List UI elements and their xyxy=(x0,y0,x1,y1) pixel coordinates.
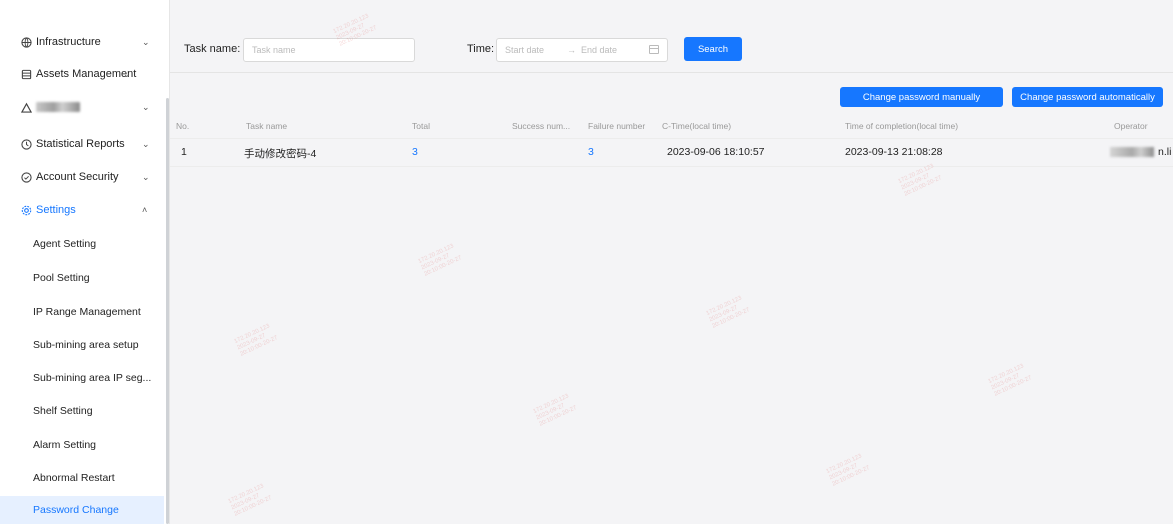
chevron-down-icon: ⌄ xyxy=(142,171,150,182)
end-date-input[interactable]: End date xyxy=(581,45,617,55)
watermark: 172.20.20.123 2023-09-27 20:10:00-20-27 xyxy=(987,363,1033,398)
watermark: 172.20.20.123 2023-09-27 20:10:00-20-27 xyxy=(705,295,751,330)
filter-divider xyxy=(170,72,1173,73)
nav-label: Statistical Reports xyxy=(36,138,125,150)
col-total: Total xyxy=(412,121,430,131)
operator-redacted xyxy=(1110,147,1154,157)
settings-item-sub-mining-setup[interactable]: Sub-mining area setup xyxy=(0,328,164,362)
chart-icon xyxy=(20,101,32,113)
cell-task-name: 手动修改密码-4 xyxy=(244,148,317,160)
watermark: 172.20.20.123 2023-09-27 20:10:00-20-27 xyxy=(417,243,463,278)
date-range-picker[interactable]: Start date → End date xyxy=(496,38,668,62)
search-button[interactable]: Search xyxy=(684,37,742,61)
chevron-down-icon: ⌄ xyxy=(123,68,131,79)
nav-statistical-reports[interactable]: Statistical Reports ⌄ xyxy=(0,136,166,152)
nav-infrastructure[interactable]: Infrastructure ⌄ xyxy=(0,34,166,50)
watermark: 172.20.20.123 2023-09-27 20:10:00-20-27 xyxy=(897,163,943,198)
watermark: 172.20.20.123 2023-09-27 20:10:00-20-27 xyxy=(227,483,273,518)
col-operator: Operator xyxy=(1114,121,1148,131)
database-icon xyxy=(20,68,32,80)
chevron-down-icon: ⌄ xyxy=(142,138,150,149)
change-password-manually-button[interactable]: Change password manually xyxy=(840,87,1003,107)
redacted-label xyxy=(36,102,80,112)
nav-account-security[interactable]: Account Security ⌄ xyxy=(0,169,166,185)
change-password-automatically-button[interactable]: Change password automatically xyxy=(1012,87,1163,107)
cell-completion: 2023-09-13 21:08:28 xyxy=(845,146,943,158)
sidebar: Infrastructure ⌄ Assets Management ⌄ ⌄ S… xyxy=(0,0,170,524)
cell-failure[interactable]: 3 xyxy=(588,146,594,158)
task-name-label: Task name: xyxy=(184,43,241,55)
cell-total[interactable]: 3 xyxy=(412,146,418,158)
settings-item-alarm[interactable]: Alarm Setting xyxy=(0,428,164,462)
time-label: Time: xyxy=(467,43,495,55)
calendar-icon xyxy=(649,45,659,54)
settings-item-ip-range[interactable]: IP Range Management xyxy=(0,295,164,329)
cell-ctime: 2023-09-06 18:10:57 xyxy=(667,146,765,158)
start-date-input[interactable]: Start date xyxy=(505,45,544,55)
chevron-down-icon: ⌄ xyxy=(142,36,150,47)
row-divider xyxy=(170,166,1173,167)
header-divider xyxy=(170,138,1173,139)
globe-icon xyxy=(20,36,32,48)
nav-label: Account Security xyxy=(36,171,119,183)
clock-icon xyxy=(20,138,32,150)
settings-item-password-change[interactable]: Password Change xyxy=(0,496,164,524)
nav-settings[interactable]: Settings ˄ xyxy=(0,202,166,218)
col-no: No. xyxy=(176,121,190,131)
col-success: Success num... xyxy=(512,121,571,131)
task-name-input[interactable]: Task name xyxy=(243,38,415,62)
nav-label: Assets Management xyxy=(36,68,137,80)
chevron-up-icon: ˄ xyxy=(142,205,148,215)
col-completion: Time of completion(local time) xyxy=(845,121,959,131)
range-arrow: → xyxy=(567,45,576,55)
nav-label: Infrastructure xyxy=(36,36,101,48)
nav-redacted[interactable]: ⌄ xyxy=(0,99,166,115)
cell-no: 1 xyxy=(181,146,187,158)
filter-bar: Task name: Task name Time: Start date → … xyxy=(170,0,1173,72)
settings-item-abnormal-restart[interactable]: Abnormal Restart xyxy=(0,461,164,495)
shield-icon xyxy=(20,171,32,183)
col-task-name: Task name xyxy=(246,121,288,131)
watermark: 172.20.20.123 2023-09-27 20:10:00-20-27 xyxy=(532,393,578,428)
settings-item-agent[interactable]: Agent Setting xyxy=(0,227,164,261)
col-failure: Failure number xyxy=(588,121,646,131)
chevron-down-icon: ⌄ xyxy=(142,101,150,112)
gear-icon xyxy=(20,204,32,216)
nav-label: Settings xyxy=(36,204,76,216)
col-ctime: C-Time(local time) xyxy=(662,121,732,131)
sidebar-scrollbar[interactable] xyxy=(166,98,169,524)
settings-item-shelf[interactable]: Shelf Setting xyxy=(0,394,164,428)
task-name-placeholder: Task name xyxy=(252,45,296,55)
settings-item-sub-mining-ip[interactable]: Sub-mining area IP seg... xyxy=(0,361,164,395)
nav-assets-management[interactable]: Assets Management ⌄ xyxy=(0,66,166,82)
watermark: 172.20.20.123 2023-09-27 20:10:00-20-27 xyxy=(233,323,279,358)
cell-operator: n.li xyxy=(1158,146,1172,158)
watermark: 172.20.20.123 2023-09-27 20:10:00-20-27 xyxy=(825,453,871,488)
settings-item-pool[interactable]: Pool Setting xyxy=(0,261,164,295)
